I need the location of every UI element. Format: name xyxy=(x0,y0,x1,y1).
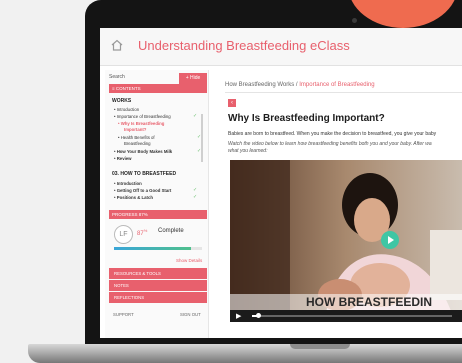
section-title-works: WORKS xyxy=(112,98,132,104)
resources-tools-menu[interactable]: RESOURCES & TOOLS xyxy=(109,268,207,279)
previous-lesson-button[interactable]: ‹ xyxy=(228,99,236,107)
breadcrumb-current: Importance of Breastfeeding xyxy=(299,82,375,88)
toc-item-active[interactable]: • Why Is Breastfeeding xyxy=(118,121,164,126)
sign-out-link[interactable]: SIGN OUT xyxy=(180,312,201,317)
lesson-body-text: Babies are born to breastfeed. When you … xyxy=(228,131,437,137)
video-banner-text: HOW BREASTFEEDIN xyxy=(306,295,432,309)
video-player[interactable]: HOW BREASTFEEDIN ▶ xyxy=(230,160,462,322)
toc-item[interactable]: • Importance of Breastfeeding xyxy=(114,114,171,119)
toc-item-active-cont[interactable]: Important? xyxy=(124,127,146,132)
video-banner: HOW BREASTFEEDIN xyxy=(230,294,462,310)
breadcrumb-parent[interactable]: How Breastfeeding Works / xyxy=(225,82,298,88)
lesson-instructions-cont: what you learned: xyxy=(228,148,268,154)
notes-menu[interactable]: NOTES xyxy=(109,280,207,291)
contents-header[interactable]: ≡ CONTENTS xyxy=(109,84,207,93)
search-row: Search + Hide xyxy=(109,73,207,84)
laptop-notch xyxy=(290,344,350,349)
progress-percent: 87% xyxy=(137,228,148,237)
toc-item[interactable]: • Health Benefits of xyxy=(118,135,155,140)
laptop-base xyxy=(28,344,462,363)
hide-sidebar-button[interactable]: + Hide xyxy=(179,73,207,84)
progress-header[interactable]: PROGRESS 87% xyxy=(109,210,207,219)
toc-item[interactable]: • Positions & Latch xyxy=(114,195,153,200)
play-icon[interactable] xyxy=(380,230,400,250)
section-title-breastfeed: 03. HOW TO BREASTFEED xyxy=(112,171,177,177)
lesson-instructions: Watch the video below to learn how breas… xyxy=(228,141,432,147)
breadcrumb: How Breastfeeding Works / Importance of … xyxy=(225,82,375,88)
support-link[interactable]: SUPPORT xyxy=(113,312,134,317)
check-icon: ✓ xyxy=(193,113,198,119)
page-title: Understanding Breastfeeding eClass xyxy=(138,38,350,53)
laptop-screen: Understanding Breastfeeding eClass Searc… xyxy=(100,28,462,338)
app-header: Understanding Breastfeeding eClass xyxy=(100,28,462,66)
progress-bar-fill xyxy=(114,247,191,250)
webcam-icon xyxy=(352,18,357,23)
breadcrumb-divider xyxy=(225,92,462,93)
play-control-icon[interactable]: ▶ xyxy=(236,312,241,320)
lesson-title: Why Is Breastfeeding Important? xyxy=(228,113,385,124)
progress-bar xyxy=(114,247,202,250)
scrubber-handle[interactable] xyxy=(256,313,261,318)
home-icon[interactable] xyxy=(110,38,124,52)
reflections-menu[interactable]: REFLECTIONS xyxy=(109,292,207,303)
show-details-link[interactable]: Show Details xyxy=(176,258,202,263)
toc-item[interactable]: • Introduction xyxy=(114,181,142,186)
check-icon: ✓ xyxy=(193,187,198,193)
toc-item[interactable]: • How Your Body Makes Milk xyxy=(114,149,172,154)
avatar: LF xyxy=(114,225,133,244)
toc-item[interactable]: • Introduction xyxy=(114,107,139,112)
check-icon: ✓ xyxy=(193,194,198,200)
video-scrubber[interactable] xyxy=(252,315,452,317)
toc-scrollbar[interactable] xyxy=(201,114,203,162)
toc-item-cont[interactable]: Breastfeeding xyxy=(124,141,151,146)
toc-item[interactable]: • Review xyxy=(114,156,132,161)
video-controls: ▶ xyxy=(230,310,462,322)
search-input[interactable]: Search xyxy=(109,74,125,80)
toc-item[interactable]: • Getting Off to a Good Start xyxy=(114,188,171,193)
progress-status: Complete xyxy=(158,228,184,234)
